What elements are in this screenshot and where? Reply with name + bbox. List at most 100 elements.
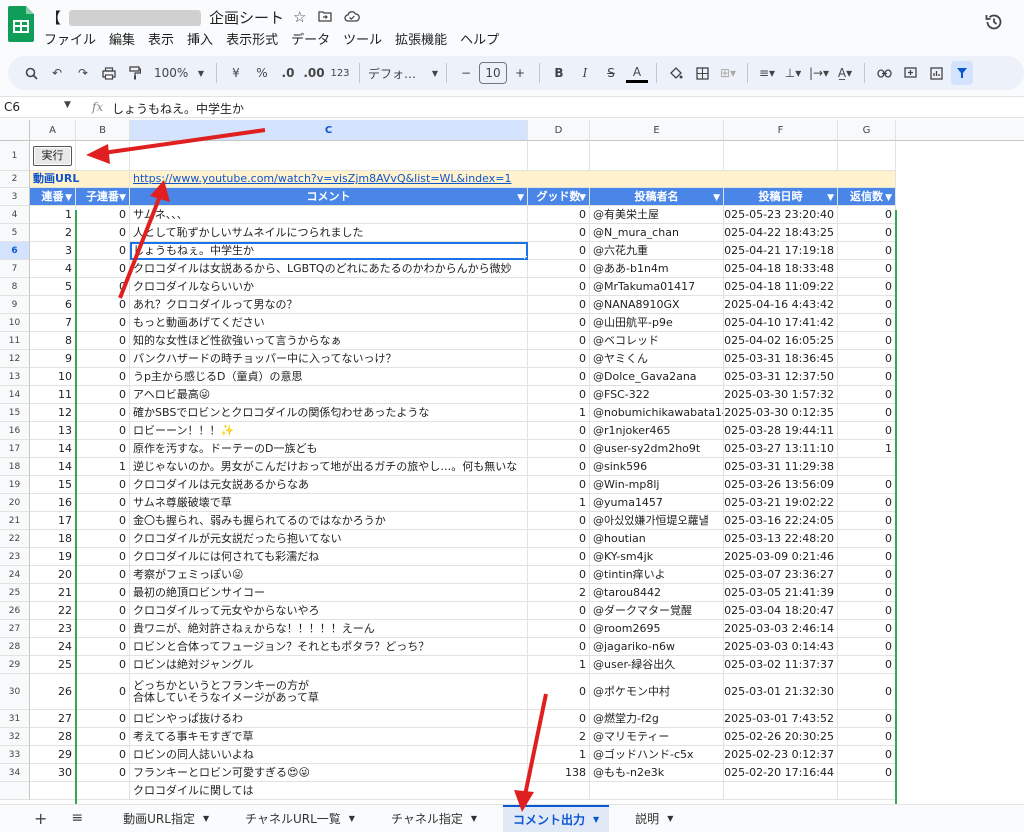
cell-child-index[interactable]: 0 (76, 710, 130, 728)
cell-date[interactable]: 2025-04-16 4:43:42 (724, 296, 838, 314)
cell-reply-count[interactable]: 0 (838, 566, 896, 584)
sheets-logo-icon[interactable] (8, 6, 34, 42)
cell-comment[interactable]: クロコダイルって元女やからないやろ (130, 602, 528, 620)
row-header[interactable]: 5 (0, 224, 30, 242)
cell-author[interactable]: @room2695 (590, 620, 724, 638)
cell-good-count[interactable]: 0 (528, 458, 590, 476)
cell-reply-count[interactable]: 0 (838, 602, 896, 620)
zoom-select[interactable]: 100% ▼ (150, 61, 208, 85)
cell-reply-count[interactable]: 0 (838, 710, 896, 728)
cell-good-count[interactable]: 0 (528, 332, 590, 350)
cell-reply-count[interactable]: 0 (838, 368, 896, 386)
cell-reply-count[interactable]: 0 (838, 404, 896, 422)
cell-reply-count[interactable]: 0 (838, 764, 896, 782)
row-header[interactable]: 25 (0, 584, 30, 602)
column-header-cell[interactable]: コメント ▼ (130, 188, 528, 206)
row-header[interactable]: 10 (0, 314, 30, 332)
cell[interactable] (838, 141, 896, 171)
filter-dropdown-icon[interactable]: ▼ (827, 192, 834, 204)
move-folder-icon[interactable] (318, 8, 333, 26)
cell-date[interactable]: 2025-03-27 13:11:10 (724, 440, 838, 458)
cell-comment[interactable]: あれ？クロコダイルって男なの？ (130, 296, 528, 314)
strikethrough-icon[interactable]: S (600, 61, 622, 85)
increase-font-size-icon[interactable]: + (509, 61, 531, 85)
cell-index[interactable]: 20 (30, 566, 76, 584)
cell-index[interactable]: 4 (30, 260, 76, 278)
menu-format[interactable]: 表示形式 (226, 29, 278, 48)
cell-good-count[interactable]: 0 (528, 314, 590, 332)
column-header-f[interactable]: F (724, 120, 838, 141)
row-header[interactable]: 15 (0, 404, 30, 422)
cell-good-count[interactable]: 0 (528, 278, 590, 296)
cell-reply-count[interactable]: 0 (838, 278, 896, 296)
cell-good-count[interactable]: 0 (528, 260, 590, 278)
row-header[interactable]: 14 (0, 386, 30, 404)
cell-date[interactable]: 2025-03-03 2:46:14 (724, 620, 838, 638)
cell-comment[interactable]: パンクハザードの時チョッパー中に入ってないっけ？ (130, 350, 528, 368)
cell-date[interactable] (724, 782, 838, 800)
cell-child-index[interactable]: 1 (76, 458, 130, 476)
cell-index[interactable]: 21 (30, 584, 76, 602)
cell-author[interactable]: @user-sy2dm2ho9t (590, 440, 724, 458)
row-header[interactable]: 4 (0, 206, 30, 224)
cell-child-index[interactable]: 0 (76, 440, 130, 458)
cell-good-count[interactable]: 0 (528, 620, 590, 638)
cell-author[interactable] (590, 782, 724, 800)
fill-color-icon[interactable] (665, 61, 687, 85)
currency-format-button[interactable]: ¥ (225, 61, 247, 85)
cell-comment[interactable]: アヘロビ最高😜 (130, 386, 528, 404)
row-header[interactable]: 8 (0, 278, 30, 296)
cell-author[interactable]: @ああ-b1n4m (590, 260, 724, 278)
cell-date[interactable]: 2025-05-23 23:20:40 (724, 206, 838, 224)
cell-child-index[interactable]: 0 (76, 386, 130, 404)
cell-child-index[interactable]: 0 (76, 404, 130, 422)
search-menus-icon[interactable] (20, 61, 42, 85)
tab-video-url[interactable]: 動画URL指定 ▼ (113, 805, 219, 832)
tab-channel[interactable]: チャネル指定 ▼ (381, 805, 487, 832)
cell-date[interactable]: 2025-04-21 17:19:18 (724, 242, 838, 260)
cell-author[interactable]: @有美栄土屋 (590, 206, 724, 224)
cell-author[interactable]: @KY-sm4jk (590, 548, 724, 566)
star-icon[interactable]: ☆ (293, 8, 306, 26)
tab-comment-output[interactable]: コメント出力 ▼ (503, 804, 610, 832)
filter-dropdown-icon[interactable]: ▼ (713, 192, 720, 204)
cell-child-index[interactable]: 0 (76, 242, 130, 260)
chevron-down-icon[interactable]: ▼ (64, 100, 71, 110)
cell-date[interactable]: 2025-03-07 23:36:27 (724, 566, 838, 584)
cell-reply-count[interactable]: 0 (838, 422, 896, 440)
cell-index[interactable]: 29 (30, 746, 76, 764)
column-header-cell[interactable]: 投稿日時 ▼ (724, 188, 838, 206)
cell-comment[interactable]: クロコダイルならいいか (130, 278, 528, 296)
cell-date[interactable]: 2025-03-31 18:36:45 (724, 350, 838, 368)
cell-index[interactable]: 10 (30, 368, 76, 386)
column-header-a[interactable]: A (30, 120, 76, 141)
cell-reply-count[interactable]: 0 (838, 620, 896, 638)
cell-date[interactable]: 2025-03-01 21:32:30 (724, 674, 838, 710)
cell-good-count[interactable]: 0 (528, 422, 590, 440)
cell-comment[interactable]: 最初の絶頂ロビンサイコー (130, 584, 528, 602)
cell-index[interactable]: 1 (30, 206, 76, 224)
cell-reply-count[interactable]: 0 (838, 476, 896, 494)
cell[interactable] (528, 141, 590, 171)
cell-index[interactable]: 11 (30, 386, 76, 404)
cell-good-count[interactable]: 0 (528, 296, 590, 314)
font-size-input[interactable]: 10 (479, 62, 507, 84)
print-icon[interactable] (98, 61, 120, 85)
cell-reply-count[interactable]: 1 (838, 440, 896, 458)
cell-index[interactable]: 25 (30, 656, 76, 674)
row-header[interactable]: 19 (0, 476, 30, 494)
spreadsheet-grid[interactable]: A B C D E F G 1 実行 2 動画URL https://www.youtube.com/… (0, 120, 1024, 804)
cell-comment[interactable]: どっちかというとフランキーの方が 合体していそうなイメージがあって草 (130, 674, 528, 710)
cell-comment[interactable]: サムネ、、、 (130, 206, 528, 224)
cell-date[interactable]: 2025-03-03 0:14:43 (724, 638, 838, 656)
select-all-corner[interactable] (0, 120, 30, 141)
row-header[interactable]: 27 (0, 620, 30, 638)
cell-date[interactable]: 2025-03-04 18:20:47 (724, 602, 838, 620)
cell-date[interactable]: 2025-02-26 20:30:25 (724, 728, 838, 746)
cell-reply-count[interactable]: 0 (838, 242, 896, 260)
row-header[interactable]: 34 (0, 764, 30, 782)
cell-author[interactable]: @ヤミくん (590, 350, 724, 368)
column-header-e[interactable]: E (590, 120, 724, 141)
cell-author[interactable]: @yuma1457 (590, 494, 724, 512)
cell-comment[interactable]: ロビンの同人誌いいよね (130, 746, 528, 764)
